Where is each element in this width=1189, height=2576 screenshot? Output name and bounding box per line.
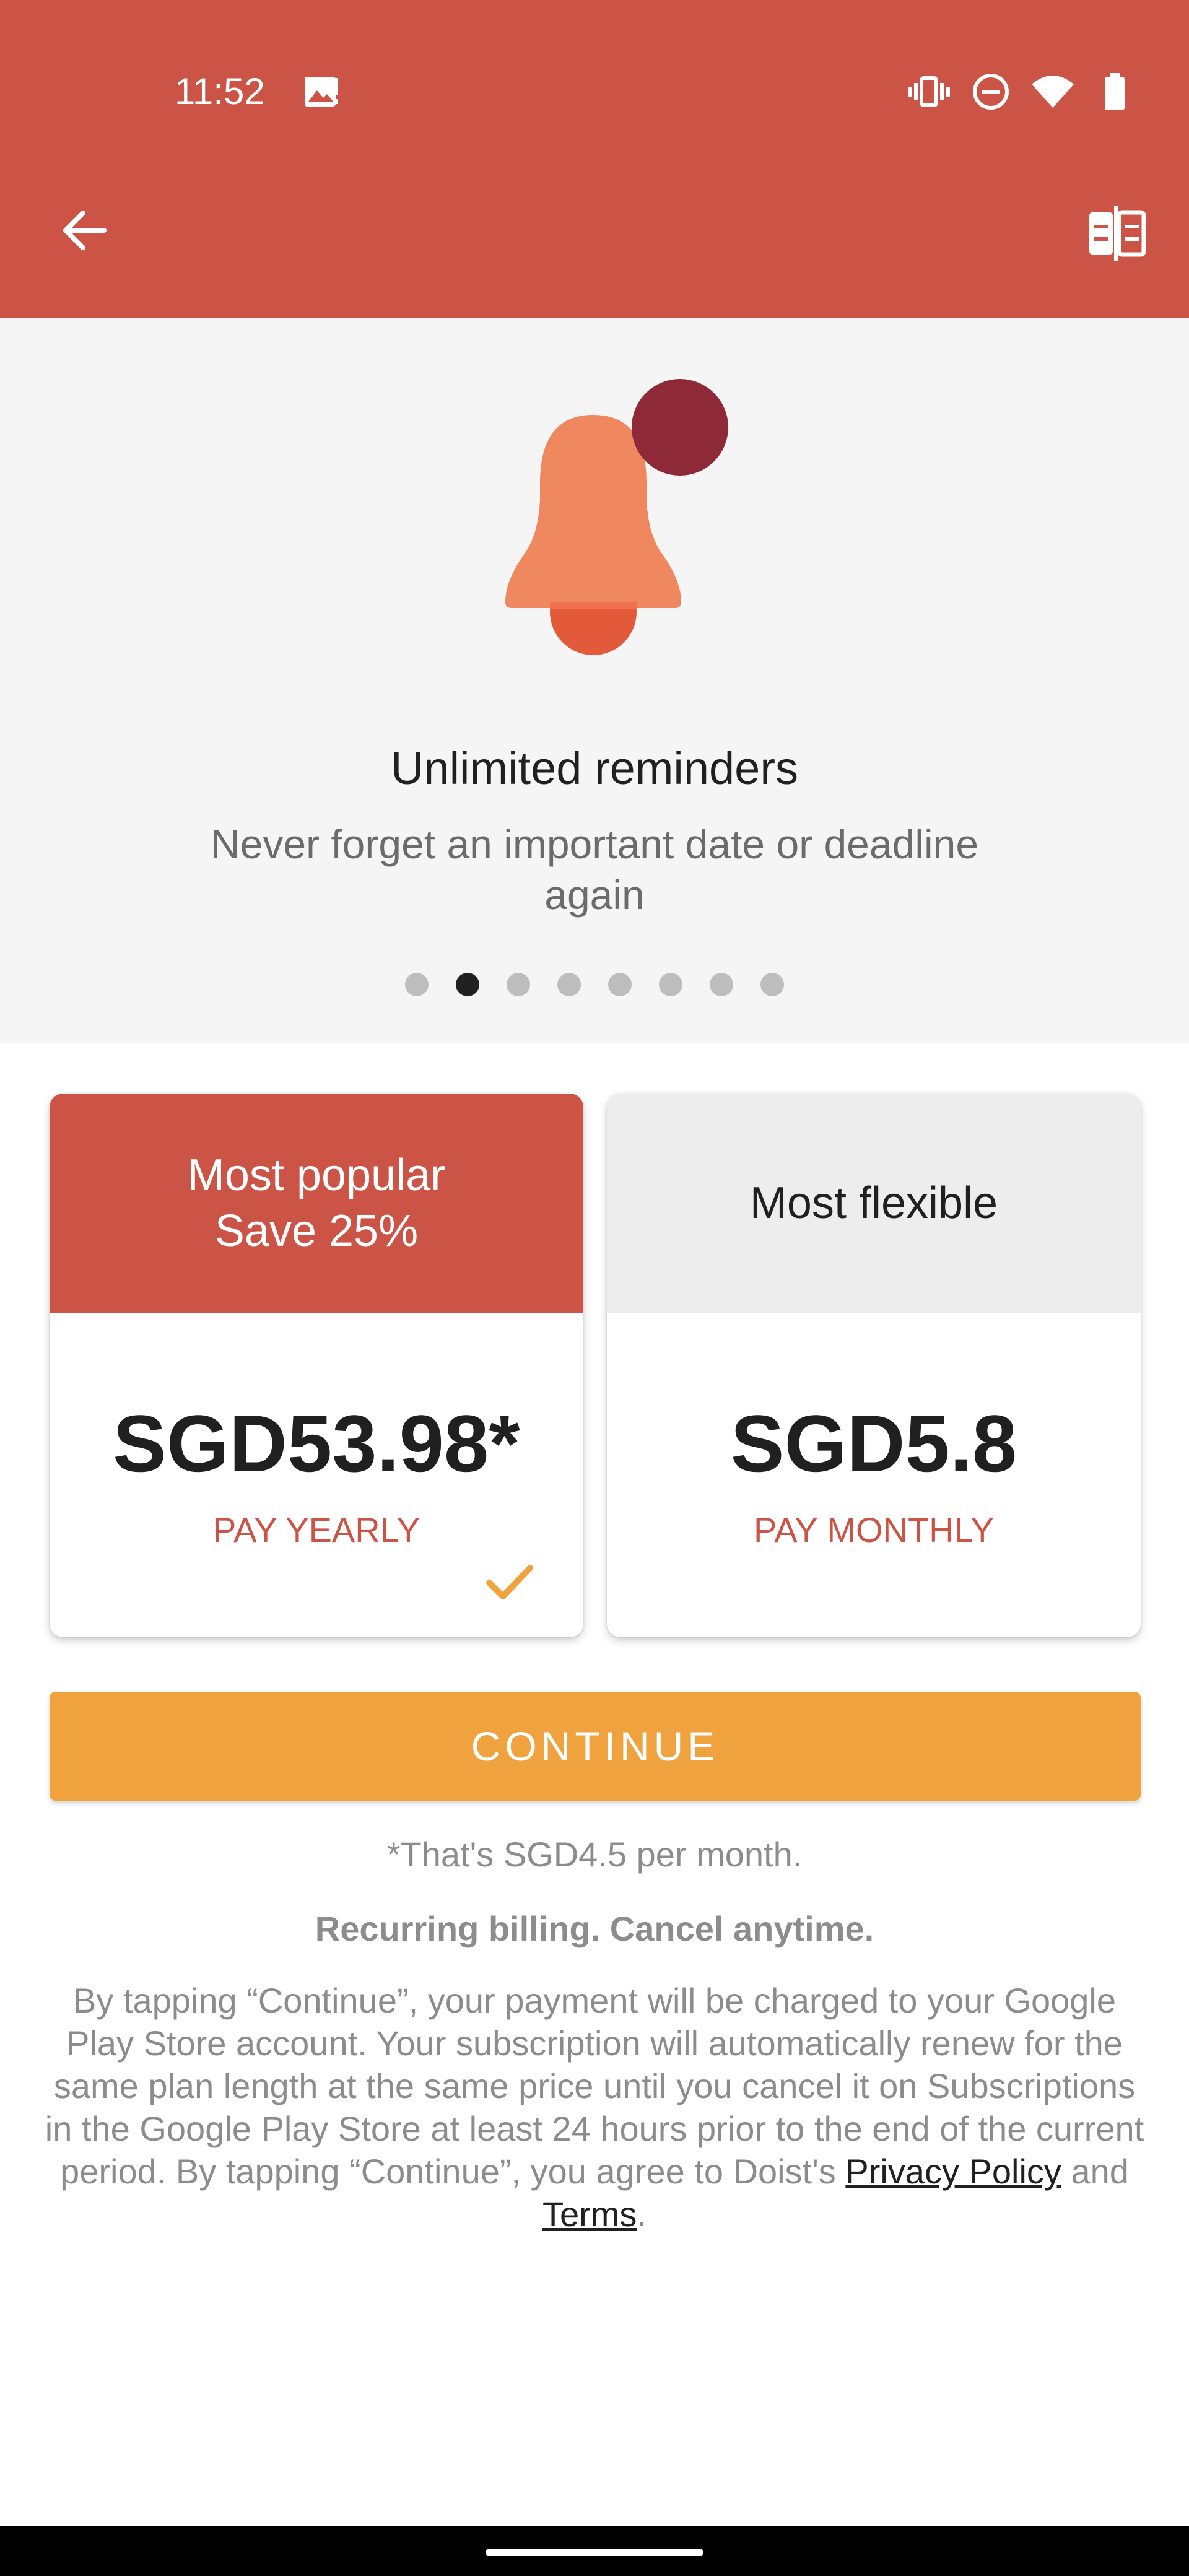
plan-badge-line: Save 25%	[214, 1206, 419, 1256]
pagination-dot[interactable]	[507, 973, 530, 996]
check-icon	[486, 1565, 533, 1599]
pagination-dot[interactable]	[405, 973, 429, 996]
plan-period-yearly: PAY YEARLY	[212, 1510, 420, 1549]
plan-period-monthly: PAY MONTHLY	[754, 1510, 994, 1549]
do-not-disturb-icon	[969, 69, 1013, 114]
plan-card-yearly[interactable]: Most popular Save 25% SGD53.98* PAY YEAR…	[50, 1094, 583, 1637]
app-header	[0, 0, 1189, 318]
arrow-left-icon	[63, 211, 107, 250]
image-notification-icon	[305, 77, 338, 107]
continue-button[interactable]: CONTINUE	[50, 1692, 1141, 1801]
status-time: 11:52	[175, 71, 265, 112]
recurring-billing-note: Recurring billing. Cancel anytime.	[315, 1909, 874, 1948]
compare-plans-icon	[1089, 206, 1146, 261]
plan-card-monthly[interactable]: Most flexible SGD5.8 PAY MONTHLY	[607, 1094, 1141, 1637]
status-icons	[889, 69, 1137, 114]
plan-badge-monthly: Most flexible	[607, 1094, 1141, 1313]
back-button[interactable]	[53, 199, 115, 261]
feature-description: Never forget an important date or deadli…	[210, 821, 979, 918]
pagination-dot-active[interactable]	[456, 973, 479, 996]
pagination-dot[interactable]	[710, 973, 733, 996]
plan-badge-line: Most flexible	[749, 1178, 998, 1228]
monthly-equivalent-note: *That's SGD4.5 per month.	[386, 1835, 803, 1874]
pagination-dot[interactable]	[557, 973, 581, 996]
legal-and: and	[1071, 2152, 1129, 2191]
pagination-dot[interactable]	[659, 973, 682, 996]
feature-title: Unlimited reminders	[391, 742, 798, 794]
compare-plans-button[interactable]	[1082, 199, 1151, 268]
plan-badge-yearly: Most popular Save 25%	[50, 1094, 583, 1313]
terms-link[interactable]: Terms	[542, 2195, 637, 2234]
plan-price-monthly: SGD5.8	[730, 1398, 1017, 1489]
pagination-dot[interactable]	[608, 973, 632, 996]
legal-period: .	[637, 2195, 647, 2234]
plan-price-yearly: SGD53.98*	[113, 1398, 520, 1489]
plan-badge-line: Most popular	[187, 1151, 446, 1200]
battery-icon	[1092, 69, 1137, 114]
pagination-dot[interactable]	[760, 973, 784, 996]
home-gesture-handle[interactable]	[486, 2549, 703, 2556]
carousel-pagination	[0, 971, 1189, 998]
wifi-icon	[1030, 69, 1075, 114]
vibrate-icon	[907, 69, 951, 114]
legal-text: By tapping “Continue”, your payment will…	[43, 1979, 1146, 2235]
bell-icon	[505, 379, 728, 655]
privacy-policy-link[interactable]: Privacy Policy	[845, 2152, 1061, 2191]
